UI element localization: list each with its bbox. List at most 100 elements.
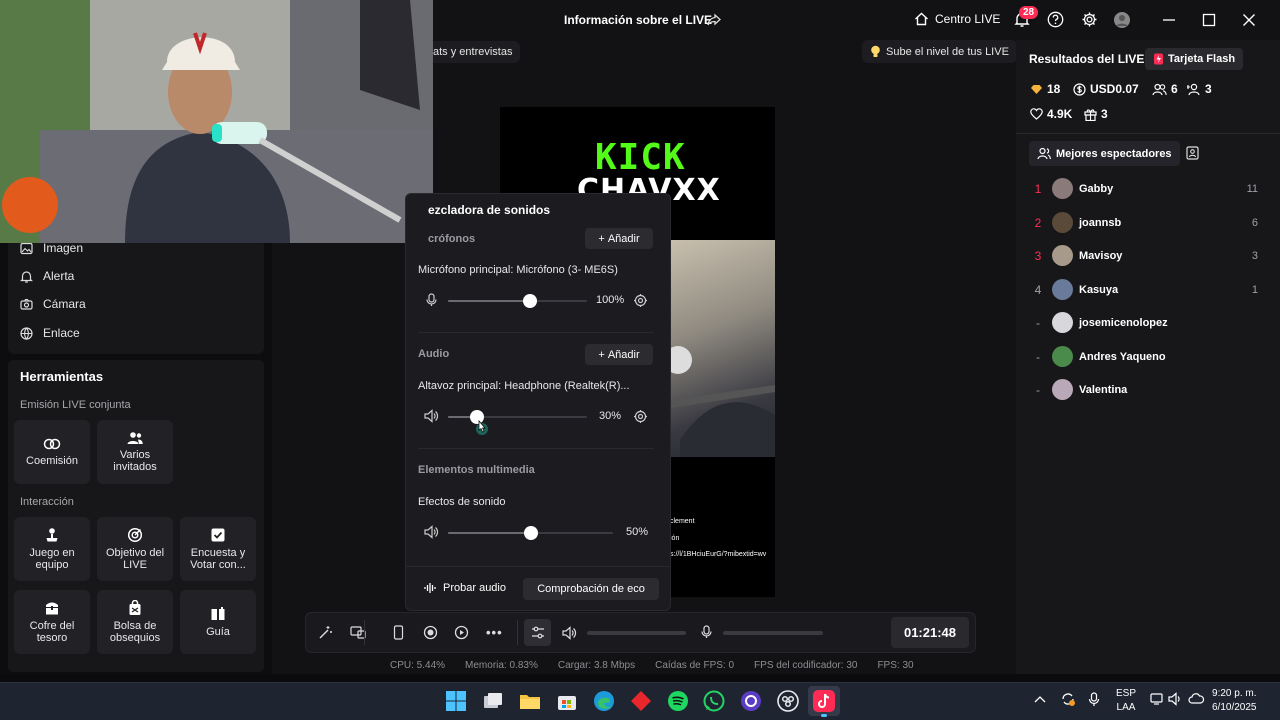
avatar[interactable] (1052, 345, 1073, 367)
tool-juego-en-equipo[interactable]: Juego en equipo (14, 517, 90, 581)
viewer-name[interactable]: Andres Yaqueno (1079, 351, 1166, 363)
speaker-device-name: Altavoz principal: Headphone (Realtek(R)… (418, 380, 630, 392)
divider (418, 332, 654, 333)
microphone-icon[interactable] (425, 293, 438, 307)
replay-icon[interactable] (454, 625, 469, 640)
memory-stat: Memoria: 0.83% (465, 660, 538, 671)
avatar[interactable] (1052, 178, 1073, 199)
speaker-icon[interactable] (424, 525, 439, 539)
add-audio-button[interactable]: + Añadir (585, 344, 653, 365)
avatar[interactable] (1052, 379, 1073, 400)
add-mic-button[interactable]: + Añadir (585, 228, 653, 249)
magic-wand-icon[interactable] (318, 625, 333, 640)
speaker-icon[interactable] (424, 409, 439, 423)
speaker-settings-icon[interactable] (633, 409, 648, 424)
mic-volume-slider[interactable] (523, 294, 537, 308)
source-item-link[interactable]: Enlace (20, 326, 80, 340)
target-icon (127, 527, 143, 543)
effects-volume-slider[interactable] (523, 526, 538, 540)
edge-browser-icon[interactable] (592, 689, 616, 713)
viewer-name[interactable]: josemicenolopez (1079, 317, 1168, 329)
viewer-rank: - (1036, 349, 1040, 364)
page-title[interactable]: Información sobre el LIVE (564, 13, 712, 27)
viewer-name[interactable]: Kasuya (1079, 284, 1118, 296)
tiktok-live-studio-icon[interactable] (812, 689, 836, 713)
avatar[interactable] (1052, 211, 1073, 233)
source-item-image[interactable]: Imagen (20, 241, 83, 255)
divider (364, 620, 365, 645)
heart-icon (1030, 108, 1043, 120)
system-clock[interactable]: 9:20 p. m. 6/10/2025 (1212, 687, 1257, 715)
viewer-list-icon[interactable] (1186, 146, 1199, 160)
cohost-section-title: Emisión LIVE conjunta (20, 399, 131, 411)
volume-icon[interactable] (1168, 692, 1183, 706)
test-audio-button[interactable]: Probar audio (424, 582, 506, 594)
record-icon[interactable] (423, 625, 438, 640)
more-options-icon[interactable]: ••• (486, 625, 503, 640)
viewer-name[interactable]: joannsb (1079, 217, 1121, 229)
chats-interviews-chip[interactable]: ats y entrevistas (430, 41, 521, 63)
help-icon[interactable] (1047, 11, 1064, 28)
spotify-icon[interactable] (666, 689, 690, 713)
obs-like-app-icon[interactable] (776, 689, 800, 713)
minimize-icon[interactable] (1162, 13, 1176, 27)
maximize-icon[interactable] (1202, 13, 1216, 27)
store-icon[interactable] (555, 689, 579, 713)
red-app-icon[interactable] (629, 689, 653, 713)
whatsapp-icon[interactable] (702, 689, 726, 713)
source-item-camera[interactable]: Cámara (20, 297, 86, 311)
flash-card-button[interactable]: Tarjeta Flash (1145, 48, 1244, 70)
settings-gear-icon[interactable] (1081, 11, 1098, 28)
waveform-icon (424, 582, 437, 594)
level-up-chip[interactable]: Sube el nivel de tus LIVE (862, 40, 1017, 63)
language-indicator[interactable]: ESP LAA (1116, 687, 1136, 715)
tool-bolsa-de-obsequios[interactable]: Bolsa de obsequios (97, 590, 173, 654)
viewer-name[interactable]: Gabby (1079, 183, 1113, 195)
tool-objetivo-del-live[interactable]: Objetivo del LIVE (97, 517, 173, 581)
profile-avatar[interactable] (1113, 11, 1131, 29)
cpu-stat: CPU: 5.44% (390, 660, 446, 671)
upload-stat: Cargar: 3.8 Mbps (557, 660, 636, 671)
followers-stat: 3 (1187, 82, 1212, 96)
file-explorer-icon[interactable] (518, 689, 542, 713)
viewer-name[interactable]: Valentina (1079, 384, 1127, 396)
active-app-indicator (821, 714, 827, 717)
avatar[interactable] (1052, 278, 1073, 300)
tool-varios-invitados[interactable]: Varios invitados (97, 420, 173, 484)
sync-icon[interactable] (1060, 691, 1076, 707)
speaker-icon[interactable] (562, 626, 577, 640)
avatar[interactable] (1052, 312, 1073, 333)
task-view-icon[interactable] (481, 689, 505, 713)
effects-volume-fill (448, 532, 531, 534)
tool-encuesta[interactable]: Encuesta y Votar con... (180, 517, 256, 581)
purple-app-icon[interactable] (739, 689, 763, 713)
network-icon[interactable] (1150, 692, 1165, 706)
tools-title: Herramientas (20, 369, 104, 384)
tool-coemision[interactable]: Coemisión (14, 420, 90, 484)
diamonds-stat: 18 (1030, 82, 1060, 96)
phone-icon[interactable] (393, 625, 404, 640)
mixer-toggle-icon[interactable] (524, 619, 551, 646)
tab-top-viewers[interactable]: Mejores espectadores (1029, 141, 1180, 166)
mic-volume-fill (448, 300, 530, 302)
viewer-name[interactable]: Mavisoy (1079, 250, 1122, 262)
microphone-icon[interactable] (1088, 692, 1100, 707)
effects-volume-value: 50% (626, 526, 649, 538)
chevron-up-icon[interactable] (1034, 695, 1046, 703)
tool-cofre-del-tesoro[interactable]: Cofre del tesoro (14, 590, 90, 654)
source-item-alert[interactable]: Alerta (20, 269, 74, 283)
echo-check-button[interactable]: Comprobación de eco (523, 578, 659, 600)
centro-live-button[interactable]: Centro LIVE (914, 12, 1000, 26)
avatar[interactable] (1052, 245, 1073, 266)
microphone-icon[interactable] (700, 625, 713, 639)
bell-icon (20, 270, 33, 283)
windows-start-icon[interactable] (444, 689, 468, 713)
battery-cloud-icon[interactable] (1188, 692, 1205, 706)
viewer-gift-count: 6 (1251, 216, 1258, 229)
camera-preview-image (670, 240, 775, 457)
webcam-feed[interactable] (0, 0, 433, 243)
share-icon[interactable] (707, 13, 721, 27)
tool-guia[interactable]: Guía (180, 590, 256, 654)
close-icon[interactable] (1242, 13, 1256, 27)
mic-settings-icon[interactable] (633, 293, 648, 308)
